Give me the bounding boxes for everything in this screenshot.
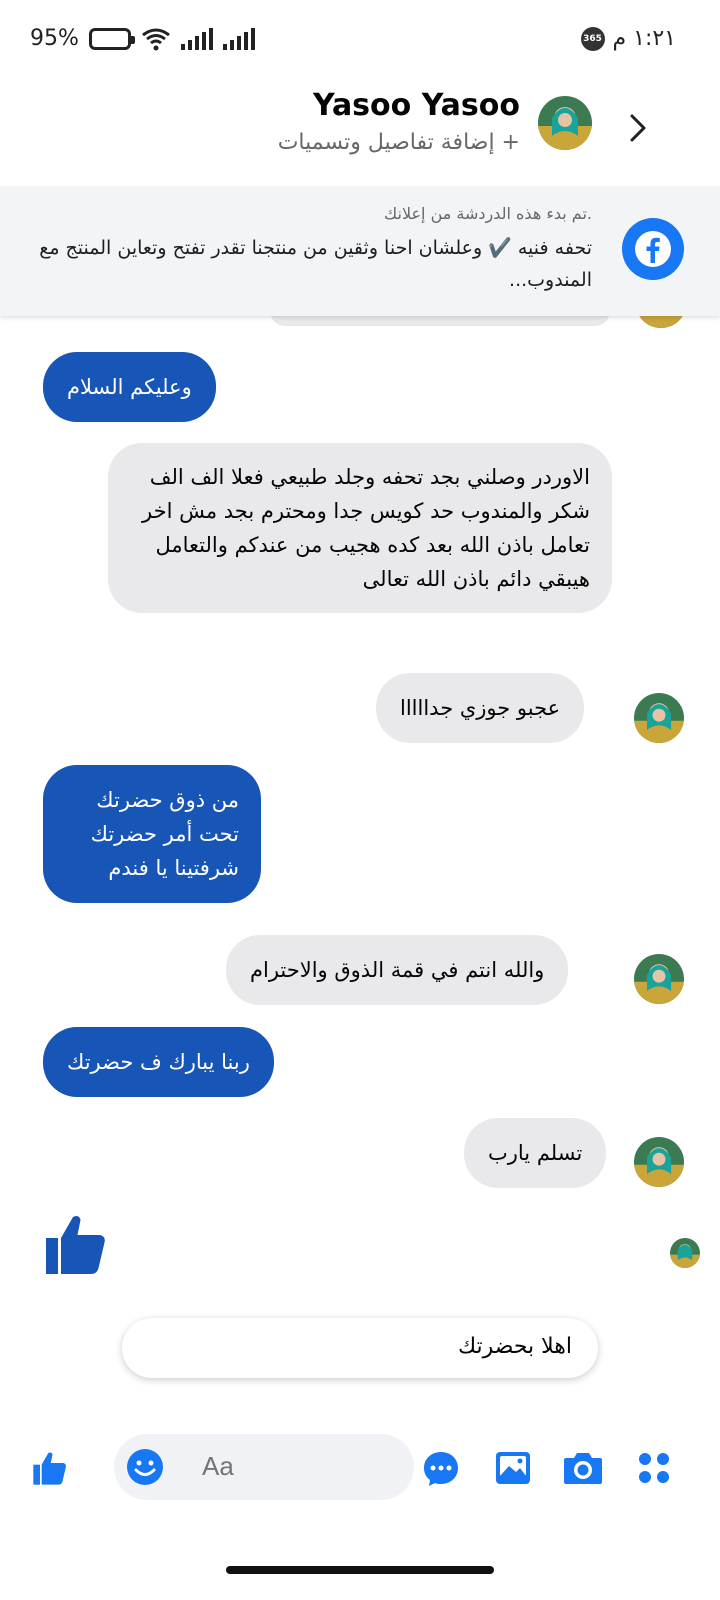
wifi-icon xyxy=(141,28,170,50)
status-right: ١:٢١ م 365 xyxy=(580,26,677,51)
message-bubble-incoming[interactable]: والله انتم في قمة الذوق والاحترام xyxy=(226,935,569,1005)
message-input[interactable] xyxy=(202,1448,402,1484)
contact-name[interactable]: Yasoo Yasoo xyxy=(313,88,520,123)
camera-icon[interactable] xyxy=(562,1450,604,1486)
message-composer xyxy=(0,1418,720,1508)
status-bar: 95% ١:٢١ م 365 xyxy=(0,0,720,80)
suggested-reply-chip[interactable]: اهلا بحضرتك xyxy=(122,1318,598,1378)
signal-icon-2 xyxy=(222,27,255,50)
add-details-link[interactable]: + إضافة تفاصيل وتسميات xyxy=(278,130,520,155)
sender-avatar xyxy=(634,693,684,743)
message-bubble-incoming[interactable]: عجبو جوزي جدااااا xyxy=(376,673,585,743)
ad-origin-note: .تم بدء هذه الدردشة من إعلانك xyxy=(384,204,592,223)
seen-avatar xyxy=(670,1238,700,1268)
message-line: من ذوق حضرتك xyxy=(96,788,239,812)
message-bubble-outgoing[interactable]: ربنا يبارك ف حضرتك xyxy=(43,1027,274,1097)
message-bubble-outgoing[interactable]: وعليكم السلام xyxy=(43,352,216,422)
gallery-icon[interactable] xyxy=(494,1450,532,1486)
chat-bubble-icon[interactable] xyxy=(422,1450,460,1488)
apps-grid-icon[interactable] xyxy=(636,1450,672,1486)
message-line: شرفتينا يا فندم xyxy=(108,856,239,880)
thumbs-up-icon[interactable] xyxy=(30,1448,70,1488)
app-badge-icon: 365 xyxy=(580,26,605,51)
ad-origin-banner[interactable]: .تم بدء هذه الدردشة من إعلانك تحفه فنيه … xyxy=(0,186,720,316)
emoji-icon[interactable] xyxy=(126,1448,164,1486)
chat-header: Yasoo Yasoo + إضافة تفاصيل وتسميات xyxy=(0,80,720,180)
message-list: وعليكم السلام الاوردر وصلني بجد تحفه وجل… xyxy=(0,280,720,1320)
message-line: تحت أمر حضرتك xyxy=(90,822,239,846)
battery-percent: 95% xyxy=(30,26,79,51)
signal-icon xyxy=(180,27,213,50)
sender-avatar xyxy=(634,1137,684,1187)
clock: ١:٢١ م xyxy=(612,26,677,51)
status-left: 95% xyxy=(30,26,255,51)
home-indicator[interactable] xyxy=(226,1566,494,1574)
ad-text: تحفه فنيه ✔️ وعلشان احنا وثقين من منتجنا… xyxy=(39,237,592,291)
battery-icon xyxy=(88,27,135,50)
facebook-icon xyxy=(622,218,684,280)
message-bubble-outgoing[interactable]: من ذوق حضرتك تحت أمر حضرتك شرفتينا يا فن… xyxy=(43,765,261,903)
message-bubble-incoming[interactable]: تسلم يارب xyxy=(464,1118,607,1188)
contact-avatar[interactable] xyxy=(538,96,592,150)
back-chevron-icon[interactable] xyxy=(616,106,660,150)
sender-avatar xyxy=(634,954,684,1004)
message-bubble-incoming[interactable]: الاوردر وصلني بجد تحفه وجلد طبيعي فعلا ا… xyxy=(108,443,612,613)
thumbs-up-sent-icon[interactable] xyxy=(40,1208,112,1280)
message-input-pill[interactable] xyxy=(114,1434,414,1500)
